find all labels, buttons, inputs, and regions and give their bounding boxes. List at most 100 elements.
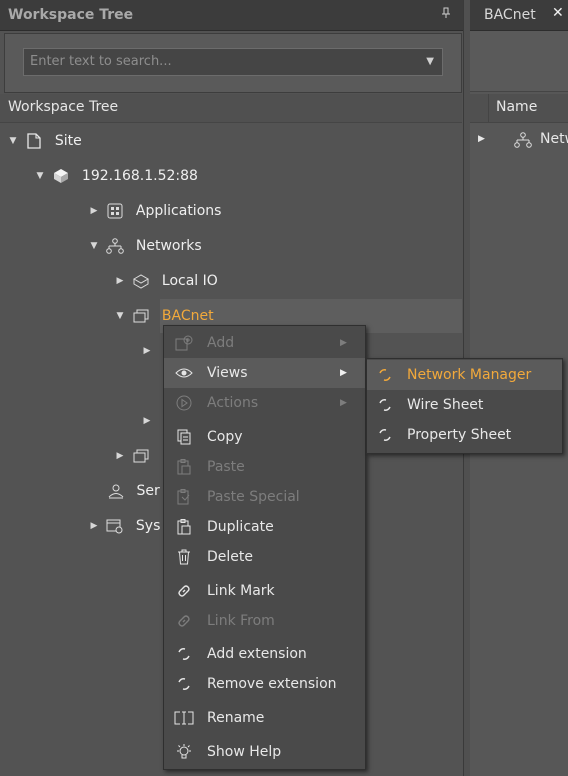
submenu-label-network-manager: Network Manager <box>407 367 532 383</box>
trash-icon <box>174 542 194 572</box>
menu-item-link-mark[interactable]: Link Mark <box>164 576 365 606</box>
menu-item-rename[interactable]: Rename <box>164 703 365 733</box>
tree-item-hidden-1[interactable]: ▶ <box>140 334 154 368</box>
tree-item-services[interactable]: Ser <box>100 474 160 508</box>
collapsed-arrow-icon[interactable]: ▶ <box>87 194 101 228</box>
submenu-item-wire-sheet[interactable]: Wire Sheet <box>367 390 562 420</box>
tree-item-ip[interactable]: ▼ 192.168.1.52:88 <box>33 159 198 193</box>
tree-column-header-label: Workspace Tree <box>8 99 119 115</box>
menu-item-views[interactable]: Views ▶ <box>164 358 365 388</box>
submenu-arrow-icon: ▶ <box>340 398 347 408</box>
menu-item-delete[interactable]: Delete <box>164 542 365 572</box>
rename-icon <box>174 703 194 733</box>
applications-icon <box>105 194 125 228</box>
menu-item-show-help[interactable]: Show Help <box>164 737 365 767</box>
local-io-icon <box>131 264 151 298</box>
menu-item-link-from[interactable]: Link From <box>164 606 365 636</box>
menu-item-copy[interactable]: Copy <box>164 422 365 452</box>
bacnet-icon <box>131 439 151 473</box>
services-icon <box>106 474 126 508</box>
menu-item-add[interactable]: Add ▶ <box>164 328 365 358</box>
column-separator <box>488 94 489 122</box>
extension-icon <box>174 669 194 699</box>
submenu-item-network-manager[interactable]: Network Manager <box>367 360 562 390</box>
menu-item-duplicate[interactable]: Duplicate <box>164 512 365 542</box>
submenu-label-property-sheet: Property Sheet <box>407 427 512 443</box>
tree-label-networks: Networks <box>135 238 202 254</box>
menu-label-actions: Actions <box>207 395 259 411</box>
add-icon <box>174 328 194 358</box>
expand-arrow-icon[interactable]: ▼ <box>113 299 127 333</box>
network-icon <box>105 229 125 263</box>
menu-label-remove-extension: Remove extension <box>207 676 337 692</box>
menu-label-rename: Rename <box>207 710 265 726</box>
tree-column-header[interactable]: Workspace Tree <box>0 94 462 123</box>
eye-icon <box>174 358 194 388</box>
tree-item-networks[interactable]: ▼ Networks <box>87 229 202 263</box>
link-icon <box>174 606 194 636</box>
views-submenu: Network Manager Wire Sheet Property Shee… <box>366 358 563 454</box>
view-icon <box>375 360 395 390</box>
expand-arrow-icon[interactable]: ▼ <box>87 229 101 263</box>
paste-special-icon <box>174 482 194 512</box>
submenu-item-property-sheet[interactable]: Property Sheet <box>367 420 562 450</box>
table-row[interactable]: ▶ Netw <box>470 124 568 154</box>
menu-item-paste[interactable]: Paste <box>164 452 365 482</box>
expand-arrow-icon[interactable]: ▼ <box>33 159 47 193</box>
submenu-label-wire-sheet: Wire Sheet <box>407 397 484 413</box>
help-icon <box>174 737 194 767</box>
tree-label-services: Ser <box>136 483 160 499</box>
collapsed-arrow-icon[interactable]: ▶ <box>113 264 127 298</box>
tree-item-system[interactable]: ▶ Sys <box>87 509 161 543</box>
view-icon <box>375 390 395 420</box>
network-icon <box>514 125 532 155</box>
menu-item-remove-extension[interactable]: Remove extension <box>164 669 365 699</box>
collapsed-arrow-icon[interactable]: ▶ <box>113 439 127 473</box>
expand-arrow-icon[interactable]: ▼ <box>6 124 20 158</box>
close-icon[interactable]: ✕ <box>552 5 564 21</box>
menu-label-link-from: Link From <box>207 613 275 629</box>
tree-item-local-io[interactable]: ▶ Local IO <box>113 264 218 298</box>
submenu-arrow-icon: ▶ <box>340 338 347 348</box>
chevron-down-icon[interactable]: ▼ <box>426 49 434 75</box>
tree-label-applications: Applications <box>135 203 222 219</box>
menu-label-link-mark: Link Mark <box>207 583 275 599</box>
menu-item-actions[interactable]: Actions ▶ <box>164 388 365 418</box>
tree-label-site: Site <box>54 133 82 149</box>
menu-label-copy: Copy <box>207 429 243 445</box>
tree-label-ip: 192.168.1.52:88 <box>81 168 198 184</box>
bacnet-icon <box>131 299 151 333</box>
collapsed-arrow-icon[interactable]: ▶ <box>140 334 154 368</box>
pin-icon[interactable] <box>442 7 450 22</box>
menu-label-delete: Delete <box>207 549 253 565</box>
panel-header: Workspace Tree <box>0 0 463 31</box>
collapsed-arrow-icon[interactable]: ▶ <box>140 404 154 438</box>
tree-item-site[interactable]: ▼ Site <box>6 124 82 158</box>
row-name: Netw <box>540 131 568 147</box>
view-icon <box>375 420 395 450</box>
collapsed-arrow-icon[interactable]: ▶ <box>478 124 485 154</box>
menu-label-paste-special: Paste Special <box>207 489 300 505</box>
tab-label: BACnet <box>484 7 536 23</box>
tree-item-hidden-3[interactable]: ▶ <box>113 439 157 473</box>
search-area: Enter text to search... ▼ <box>4 33 462 93</box>
search-input[interactable]: Enter text to search... ▼ <box>23 48 443 76</box>
copy-icon <box>174 422 194 452</box>
submenu-arrow-icon: ▶ <box>340 368 347 378</box>
paste-icon <box>174 452 194 482</box>
tree-item-applications[interactable]: ▶ Applications <box>87 194 222 228</box>
tree-label-system: Sys <box>135 518 161 534</box>
tree-label-bacnet: BACnet <box>161 308 214 324</box>
collapsed-arrow-icon[interactable]: ▶ <box>87 509 101 543</box>
tab-bacnet[interactable]: BACnet ✕ <box>470 0 568 31</box>
context-menu: Add ▶ Views ▶ Actions ▶ Copy Paste Paste… <box>163 325 366 770</box>
menu-label-views: Views <box>207 365 248 381</box>
menu-item-add-extension[interactable]: Add extension <box>164 639 365 669</box>
device-icon <box>51 159 71 193</box>
menu-label-add: Add <box>207 335 235 351</box>
page-icon <box>24 124 44 158</box>
tree-item-hidden-2[interactable]: ▶ <box>140 404 154 438</box>
menu-item-paste-special[interactable]: Paste Special <box>164 482 365 512</box>
name-column-header[interactable]: Name <box>470 94 568 123</box>
duplicate-icon <box>174 512 194 542</box>
